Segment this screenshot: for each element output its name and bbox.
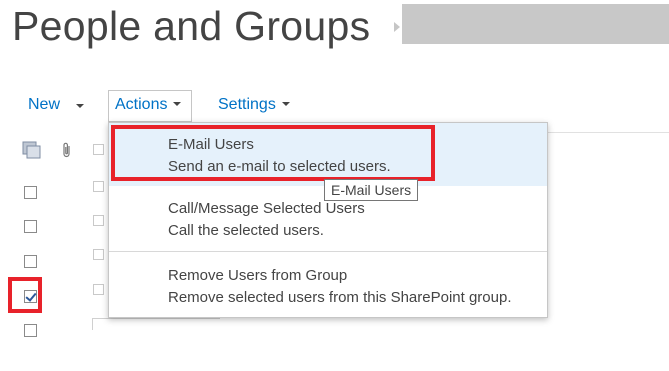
page-title: People and Groups: [12, 3, 371, 49]
users-icon[interactable]: [22, 141, 42, 159]
list-divider: [546, 132, 669, 133]
row-checkbox[interactable]: [24, 220, 37, 233]
paperclip-icon[interactable]: [62, 142, 72, 158]
row-checkbox[interactable]: [93, 284, 104, 295]
row-checkbox[interactable]: [24, 186, 37, 199]
new-label: New: [28, 96, 61, 113]
new-button[interactable]: New: [28, 96, 60, 114]
menu-item-remove-users[interactable]: Remove Users from Group Remove selected …: [109, 252, 547, 317]
redacted-breadcrumb: [402, 4, 669, 44]
select-all-checkbox[interactable]: [93, 144, 104, 155]
menu-item-description: Remove selected users from this SharePoi…: [168, 289, 512, 306]
chevron-right-icon: [394, 22, 400, 32]
actions-label: Actions: [115, 96, 168, 113]
row-checkbox[interactable]: [93, 249, 104, 260]
new-dropdown-caret-icon[interactable]: [76, 104, 84, 108]
row-checkbox[interactable]: [93, 215, 104, 226]
annotation-highlight-menu-item: [111, 125, 435, 181]
row-checkbox[interactable]: [93, 181, 104, 192]
row-checkbox[interactable]: [24, 255, 37, 268]
tooltip: E-Mail Users: [324, 179, 419, 201]
actions-button[interactable]: Actions: [115, 96, 182, 114]
menu-item-title: Call/Message Selected Users: [168, 200, 365, 217]
chevron-down-icon: [281, 101, 290, 106]
row-field-border: [92, 318, 220, 319]
settings-label: Settings: [218, 96, 276, 113]
settings-button[interactable]: Settings: [218, 96, 290, 114]
menu-item-description: Call the selected users.: [168, 222, 324, 239]
row-checkbox[interactable]: [24, 324, 37, 337]
menu-item-title: Remove Users from Group: [168, 267, 348, 284]
row-field-border: [92, 318, 93, 330]
annotation-highlight-checkbox: [8, 277, 42, 313]
chevron-down-icon: [173, 101, 182, 106]
